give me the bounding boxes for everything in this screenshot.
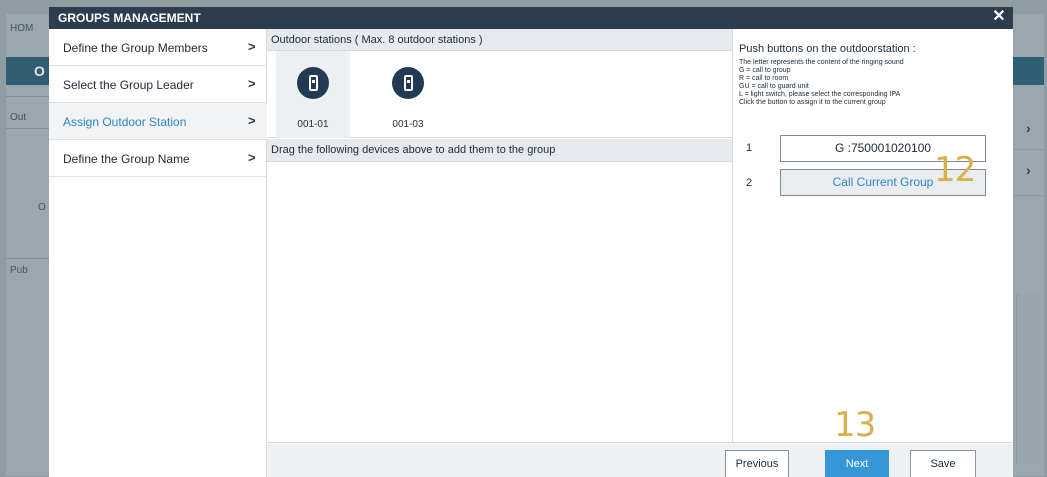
station-label: 001-01 xyxy=(297,119,329,130)
steps-menu: Define the Group Members > Select the Gr… xyxy=(49,29,267,477)
previous-button[interactable]: Previous xyxy=(725,450,789,477)
push-buttons-help-line: GU = call to guard unit xyxy=(739,83,809,90)
next-button[interactable]: Next xyxy=(825,450,889,477)
stations-header: Outdoor stations ( Max. 8 outdoor statio… xyxy=(267,29,732,51)
outdoor-station-icon xyxy=(392,67,424,99)
background-home-label: HOM xyxy=(10,23,34,34)
outdoor-station-icon xyxy=(297,67,329,99)
background-o-label: O xyxy=(38,202,46,213)
background-out-label: Out xyxy=(10,112,27,123)
push-button-number: 1 xyxy=(746,142,753,154)
background-header-letter: O xyxy=(6,57,50,85)
chevron-right-icon: > xyxy=(248,39,256,54)
menu-item-define-group-members[interactable]: Define the Group Members > xyxy=(49,29,267,66)
menu-item-assign-outdoor-station[interactable]: Assign Outdoor Station > xyxy=(49,103,267,140)
menu-item-label: Define the Group Name xyxy=(63,152,190,166)
background-divider xyxy=(6,96,50,97)
menu-item-label: Select the Group Leader xyxy=(63,78,194,92)
step-annotation-13: 13 xyxy=(834,405,876,445)
station-label: 001-03 xyxy=(392,119,424,130)
stations-panel: Outdoor stations ( Max. 8 outdoor statio… xyxy=(267,29,732,477)
background-pub-label: Pub xyxy=(10,265,28,276)
outdoor-station-001-01[interactable]: 001-01 xyxy=(276,51,350,138)
chevron-right-icon: > xyxy=(248,113,256,128)
push-buttons-help-line: L = light switch, please select the corr… xyxy=(739,91,901,98)
group-stations-area: 001-01 001-03 xyxy=(267,51,732,138)
available-devices-area[interactable] xyxy=(267,162,732,442)
chevron-right-icon: > xyxy=(248,76,256,91)
close-icon[interactable]: ✕ xyxy=(991,9,1007,25)
push-button-number: 2 xyxy=(746,177,753,189)
push-buttons-help-line: R = call to room xyxy=(739,75,789,82)
push-buttons-help-line: The letter represents the content of the… xyxy=(739,59,904,66)
dialog-title: GROUPS MANAGEMENT xyxy=(58,11,201,25)
menu-item-label: Define the Group Members xyxy=(63,41,208,55)
background-divider xyxy=(6,128,50,129)
step-annotation-12: 12 xyxy=(934,150,976,190)
drag-hint-text: Drag the following devices above to add … xyxy=(271,144,556,156)
drag-hint-bar: Drag the following devices above to add … xyxy=(267,139,732,162)
outdoor-station-001-03[interactable]: 001-03 xyxy=(371,51,445,138)
dialog-title-bar: GROUPS MANAGEMENT ✕ xyxy=(49,7,1013,29)
menu-item-label: Assign Outdoor Station xyxy=(63,115,187,129)
stations-header-text: Outdoor stations ( Max. 8 outdoor statio… xyxy=(271,34,483,46)
save-button[interactable]: Save xyxy=(910,450,976,477)
background-left-panel xyxy=(6,294,50,464)
menu-item-select-group-leader[interactable]: Select the Group Leader > xyxy=(49,66,267,103)
background-divider xyxy=(6,258,50,259)
menu-item-define-group-name[interactable]: Define the Group Name > xyxy=(49,140,267,177)
background-right-panel xyxy=(1016,294,1044,464)
chevron-right-icon[interactable]: › xyxy=(1026,120,1031,136)
push-buttons-help-line: Click the button to assign it to the cur… xyxy=(739,99,886,106)
chevron-right-icon[interactable]: › xyxy=(1026,162,1031,178)
push-buttons-help-line: G = call to group xyxy=(739,67,791,74)
dialog-footer: Previous Next Save xyxy=(267,442,1013,477)
chevron-right-icon: > xyxy=(248,150,256,165)
push-buttons-title: Push buttons on the outdoorstation : xyxy=(739,43,916,55)
